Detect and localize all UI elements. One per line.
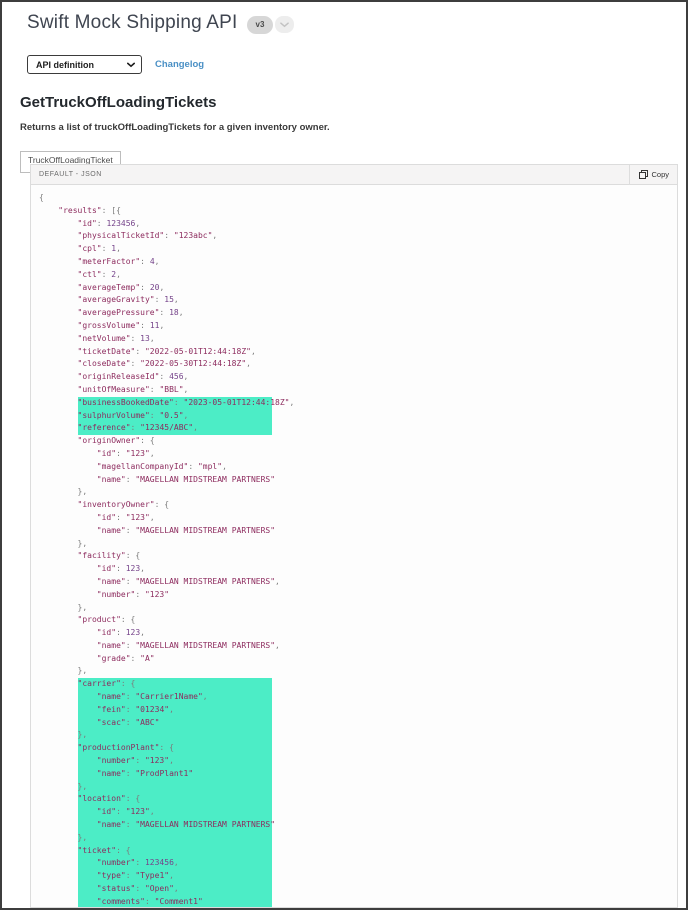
version-dropdown[interactable]: v3 <box>247 16 295 34</box>
code-block-header: DEFAULT - JSON Copy <box>31 165 677 185</box>
code-line: "name": "MAGELLAN MIDSTREAM PARTNERS", <box>39 640 677 653</box>
code-line: "number": "123", <box>39 755 677 768</box>
code-line: "scac": "ABC" <box>39 717 677 730</box>
code-line: "grossVolume": 11, <box>39 320 677 333</box>
code-line: "status": "Open", <box>39 883 677 896</box>
code-line: "netVolume": 13, <box>39 333 677 346</box>
code-line: "ctl": 2, <box>39 269 677 282</box>
code-line: "number": "123" <box>39 589 677 602</box>
code-line: "businessBookedDate": "2023-05-01T12:44:… <box>39 397 677 410</box>
page-title: Swift Mock Shipping API <box>27 12 238 34</box>
api-docs-page: Swift Mock Shipping API v3 API definitio… <box>0 0 688 910</box>
code-line: }, <box>39 538 677 551</box>
code-line: "type": "Type1", <box>39 870 677 883</box>
code-line: "ticketDate": "2022-05-01T12:44:18Z", <box>39 346 677 359</box>
code-line: "facility": { <box>39 550 677 563</box>
code-line: "physicalTicketId": "123abc", <box>39 230 677 243</box>
code-line: "magellanCompanyId": "mpl", <box>39 461 677 474</box>
code-line: "averageGravity": 15, <box>39 294 677 307</box>
copy-button[interactable]: Copy <box>629 165 669 185</box>
code-body: { "results": [{ "id": 123456, "physicalT… <box>31 185 677 908</box>
code-line: "sulphurVolume": "0.5", <box>39 410 677 423</box>
code-line: "location": { <box>39 793 677 806</box>
copy-icon <box>639 170 648 179</box>
code-line: "carrier": { <box>39 678 677 691</box>
code-line: "averageTemp": 20, <box>39 282 677 295</box>
code-line: "product": { <box>39 614 677 627</box>
toolbar: API definition Changelog <box>27 55 204 74</box>
code-line: "originOwner": { <box>39 435 677 448</box>
code-line: "id": 123, <box>39 627 677 640</box>
code-line: "number": 123456, <box>39 857 677 870</box>
code-line: "name": "MAGELLAN MIDSTREAM PARTNERS" <box>39 819 677 832</box>
code-line: "reference": "12345/ABC", <box>39 422 677 435</box>
code-line: "productionPlant": { <box>39 742 677 755</box>
code-line: "inventoryOwner": { <box>39 499 677 512</box>
code-line: "grade": "A" <box>39 653 677 666</box>
code-line: "results": [{ <box>39 205 677 218</box>
code-line: "meterFactor": 4, <box>39 256 677 269</box>
version-label: v3 <box>247 16 274 34</box>
api-definition-select[interactable]: API definition <box>27 55 142 74</box>
code-line: "id": 123, <box>39 563 677 576</box>
chevron-down-icon <box>127 62 135 68</box>
code-line: "unitOfMeasure": "BBL", <box>39 384 677 397</box>
code-line: "id": "123", <box>39 448 677 461</box>
changelog-link[interactable]: Changelog <box>155 59 204 70</box>
code-language-label: DEFAULT - JSON <box>39 171 102 178</box>
endpoint-description: Returns a list of truckOffLoadingTickets… <box>20 122 330 133</box>
code-line: "comments": "Comment1" <box>39 896 677 908</box>
chevron-down-icon <box>275 16 294 33</box>
code-line: }, <box>39 729 677 742</box>
code-line: "id": 123456, <box>39 218 677 231</box>
code-line: "originReleaseId": 456, <box>39 371 677 384</box>
code-line: "cpl": 1, <box>39 243 677 256</box>
code-line: }, <box>39 665 677 678</box>
code-line: "name": "Carrier1Name", <box>39 691 677 704</box>
code-line: "name": "MAGELLAN MIDSTREAM PARTNERS", <box>39 576 677 589</box>
copy-button-label: Copy <box>651 170 669 179</box>
code-line: "ticket": { <box>39 845 677 858</box>
code-line: "id": "123", <box>39 806 677 819</box>
code-line: "averagePressure": 18, <box>39 307 677 320</box>
code-line: { <box>39 192 677 205</box>
code-line: }, <box>39 602 677 615</box>
code-line: "name": "MAGELLAN MIDSTREAM PARTNERS" <box>39 474 677 487</box>
endpoint-heading: GetTruckOffLoadingTickets <box>20 94 216 111</box>
code-line: "name": "MAGELLAN MIDSTREAM PARTNERS" <box>39 525 677 538</box>
code-line: "closeDate": "2022-05-30T12:44:18Z", <box>39 358 677 371</box>
code-line: }, <box>39 832 677 845</box>
code-line: "id": "123", <box>39 512 677 525</box>
code-line: "name": "ProdPlant1" <box>39 768 677 781</box>
code-block: DEFAULT - JSON Copy { "results": [{ "id"… <box>30 164 678 908</box>
code-line: "fein": "01234", <box>39 704 677 717</box>
api-definition-select-value: API definition <box>36 60 94 70</box>
code-line: }, <box>39 781 677 794</box>
code-line: }, <box>39 486 677 499</box>
page-header: Swift Mock Shipping API v3 <box>27 12 294 34</box>
